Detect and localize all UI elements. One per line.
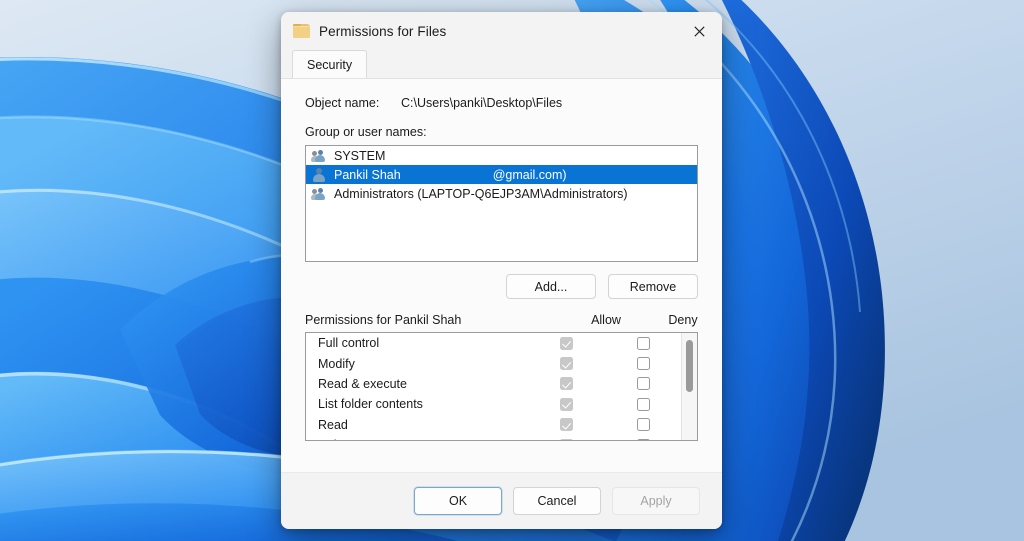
allow-checkbox-cell[interactable] [528,336,604,350]
permissions-title: Permissions for Pankil Shah [305,313,462,327]
deny-checkbox[interactable] [636,336,650,350]
allow-checkbox[interactable] [559,377,573,391]
tab-security-label: Security [307,57,353,72]
allow-checkbox[interactable] [559,357,573,371]
deny-checkbox[interactable] [636,357,650,371]
allow-checkbox[interactable] [559,336,573,350]
deny-checkbox[interactable] [636,397,650,411]
cancel-button[interactable]: Cancel [513,487,601,515]
table-row[interactable]: Read & execute [306,374,682,394]
table-row[interactable]: Modify [306,353,682,373]
list-item-label: SYSTEM [334,148,386,163]
object-name-row: Object name: C:\Users\panki\Desktop\File… [281,79,722,110]
security-panel: Object name: C:\Users\panki\Desktop\File… [281,78,722,472]
deny-checkbox-cell[interactable] [604,418,682,432]
desktop: Permissions for Files Security Object na… [0,0,1024,541]
table-row[interactable]: Full control [306,333,682,353]
permission-name: Write [306,438,528,440]
list-item-label: Pankil Shah [334,167,401,182]
group-user-listbox[interactable]: SYSTEM Pankil Shah @gmail.com) Administr… [305,145,698,262]
deny-checkbox-cell[interactable] [604,438,682,440]
permissions-dialog: Permissions for Files Security Object na… [281,12,722,529]
permission-name: Modify [318,356,355,371]
permissions-listbox[interactable]: Full control Modify Read & execute List … [305,332,698,441]
tab-security[interactable]: Security [292,50,368,78]
table-row[interactable]: Read [306,415,682,435]
dialog-title: Permissions for Files [319,23,447,39]
dialog-titlebar[interactable]: Permissions for Files [281,12,722,50]
permissions-scroll-area: Full control Modify Read & execute List … [306,333,682,440]
tab-strip: Security [281,50,722,78]
permission-name: Read [318,417,348,432]
close-icon[interactable] [676,12,722,50]
deny-checkbox-cell[interactable] [604,397,682,411]
allow-checkbox-cell[interactable] [528,357,604,371]
group-icon [311,148,327,163]
group-or-user-names-label: Group or user names: [305,125,427,139]
folder-icon [293,24,310,38]
list-actions: Add... Remove [281,262,722,299]
object-name-label: Object name: [305,96,380,110]
allow-checkbox-cell[interactable] [528,377,604,391]
list-item-label: Administrators (LAPTOP-Q6EJP3AM\Administ… [334,186,628,201]
redacted-email-block [401,169,493,181]
dialog-footer: OK Cancel Apply [281,472,722,529]
permission-name: Full control [318,336,380,351]
apply-button: Apply [612,487,700,515]
list-item[interactable]: Pankil Shah @gmail.com) [306,165,697,184]
list-item[interactable]: SYSTEM [306,146,697,165]
deny-checkbox[interactable] [636,438,650,440]
allow-checkbox[interactable] [559,397,573,411]
deny-checkbox-cell[interactable] [604,357,682,371]
allow-checkbox[interactable] [559,438,573,440]
permissions-scrollbar[interactable] [681,333,697,440]
permission-name: Read & execute [318,376,407,391]
group-icon [311,186,327,201]
list-item-label-suffix: @gmail.com) [492,167,567,182]
allow-checkbox[interactable] [559,418,573,432]
deny-checkbox-cell[interactable] [604,377,682,391]
deny-checkbox[interactable] [636,377,650,391]
object-name-value: C:\Users\panki\Desktop\Files [401,96,563,110]
allow-checkbox-cell[interactable] [528,438,604,440]
add-button[interactable]: Add... [506,274,596,299]
permission-name: List folder contents [318,397,423,412]
allow-column-header: Allow [591,313,621,327]
deny-checkbox-cell[interactable] [604,336,682,350]
allow-checkbox-cell[interactable] [528,418,604,432]
list-item[interactable]: Administrators (LAPTOP-Q6EJP3AM\Administ… [306,184,697,203]
table-row[interactable]: Write [306,435,682,440]
deny-column-header: Deny [668,313,698,327]
table-row[interactable]: List folder contents [306,394,682,414]
ok-button[interactable]: OK [414,487,502,515]
allow-checkbox-cell[interactable] [528,397,604,411]
user-icon [311,167,327,182]
deny-checkbox[interactable] [636,418,650,432]
remove-button[interactable]: Remove [608,274,698,299]
scrollbar-thumb[interactable] [686,340,693,392]
permissions-header: Permissions for Pankil Shah Allow Deny [281,299,722,332]
